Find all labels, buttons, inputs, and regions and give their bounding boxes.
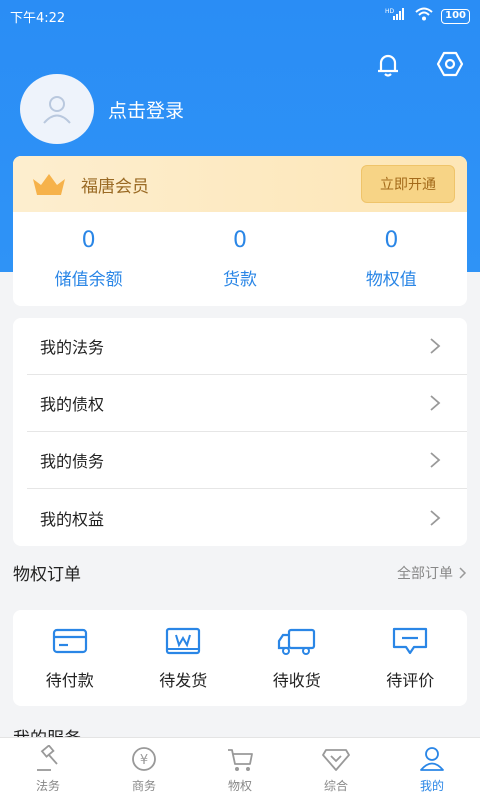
orders-header: 物权订单 全部订单	[13, 560, 467, 585]
orders-title: 物权订单	[13, 565, 81, 585]
card-icon	[50, 625, 90, 657]
menu-item-creditor[interactable]: 我的债权	[27, 375, 467, 432]
tab-mine[interactable]: 我的	[384, 738, 480, 800]
bottom-tab-bar: 法务 ¥ 商务 物权 综合 我的	[0, 737, 480, 800]
chevron-right-icon	[429, 337, 441, 355]
profile-section[interactable]: 点击登录	[20, 74, 184, 144]
stat-label: 储值余额	[54, 270, 123, 290]
stat-value: 0	[384, 228, 399, 253]
stat-value: 0	[81, 228, 96, 253]
stat-property-rights[interactable]: 0 物权值	[316, 212, 467, 306]
tab-label: 物权	[227, 778, 252, 793]
member-card: 福唐会员 立即开通 0 储值余额 0 货款 0 物权值	[13, 156, 467, 306]
tab-property[interactable]: 物权	[192, 738, 288, 800]
chevron-right-icon	[459, 566, 467, 579]
chevron-right-icon	[429, 509, 441, 527]
all-orders-link[interactable]: 全部订单	[397, 563, 467, 583]
bell-icon[interactable]	[372, 48, 404, 80]
tab-legal[interactable]: 法务	[0, 738, 96, 800]
stat-label: 货款	[222, 270, 257, 290]
all-orders-label: 全部订单	[397, 565, 453, 582]
orders-card: 待付款 待发货 待收货 待评价	[13, 610, 467, 706]
user-placeholder-icon	[43, 96, 71, 124]
order-pending-shipment[interactable]: 待发货	[127, 610, 241, 706]
order-label: 待评价	[386, 671, 435, 690]
wifi-icon	[415, 7, 433, 25]
tab-label: 法务	[35, 778, 60, 793]
signal-icon: HD	[385, 7, 407, 25]
order-label: 待收货	[272, 671, 321, 690]
tab-label: 综合	[323, 778, 348, 793]
menu-item-label: 我的债权	[40, 395, 105, 414]
svg-text:¥: ¥	[140, 753, 148, 768]
menu-item-label: 我的权益	[40, 509, 105, 529]
member-stats: 0 储值余额 0 货款 0 物权值	[13, 212, 467, 306]
chevron-right-icon	[429, 451, 441, 469]
menu-item-rights[interactable]: 我的权益	[27, 489, 467, 546]
order-label: 待发货	[159, 671, 208, 690]
status-bar: 下午4:22 HD 100	[0, 0, 480, 32]
avatar[interactable]	[20, 74, 94, 144]
member-banner: 福唐会员 立即开通	[13, 156, 467, 212]
menu-item-label: 我的债务	[40, 452, 105, 471]
menu-item-legal[interactable]: 我的法务	[27, 318, 467, 375]
gavel-icon	[37, 744, 58, 771]
order-pending-review[interactable]: 待评价	[354, 610, 468, 706]
menu-item-debt[interactable]: 我的债务	[27, 432, 467, 489]
tab-label: 我的	[419, 778, 444, 793]
order-pending-receipt[interactable]: 待收货	[240, 610, 354, 706]
network-label: HD	[385, 8, 395, 15]
settings-hexagon-icon[interactable]	[434, 48, 466, 80]
tab-business[interactable]: ¥ 商务	[96, 738, 192, 800]
diamond-icon	[322, 748, 350, 771]
truck-icon	[277, 625, 317, 657]
member-title: 福唐会员	[81, 176, 149, 197]
stat-payment[interactable]: 0 货款	[164, 212, 315, 306]
battery-indicator: 100	[441, 8, 470, 24]
stat-value: 0	[232, 228, 247, 253]
yen-icon: ¥	[132, 746, 156, 771]
comment-icon	[390, 625, 430, 657]
cart-icon	[228, 748, 253, 771]
order-label: 待付款	[45, 671, 94, 690]
chevron-right-icon	[429, 394, 441, 412]
crown-icon	[31, 171, 67, 197]
menu-list: 我的法务 我的债权 我的债务 我的权益	[13, 318, 467, 546]
open-membership-button[interactable]: 立即开通	[361, 165, 455, 203]
stat-label: 物权值	[365, 270, 417, 290]
stat-stored-balance[interactable]: 0 储值余额	[13, 212, 164, 306]
menu-item-label: 我的法务	[40, 338, 105, 357]
user-icon	[420, 746, 444, 771]
tab-label: 商务	[131, 778, 156, 793]
tab-general[interactable]: 综合	[288, 738, 384, 800]
status-time: 下午4:22	[10, 10, 66, 26]
header-actions	[372, 48, 466, 80]
status-indicators: HD 100	[385, 7, 470, 25]
order-pending-payment[interactable]: 待付款	[13, 610, 127, 706]
login-link[interactable]: 点击登录	[108, 96, 184, 123]
box-icon	[163, 625, 203, 657]
